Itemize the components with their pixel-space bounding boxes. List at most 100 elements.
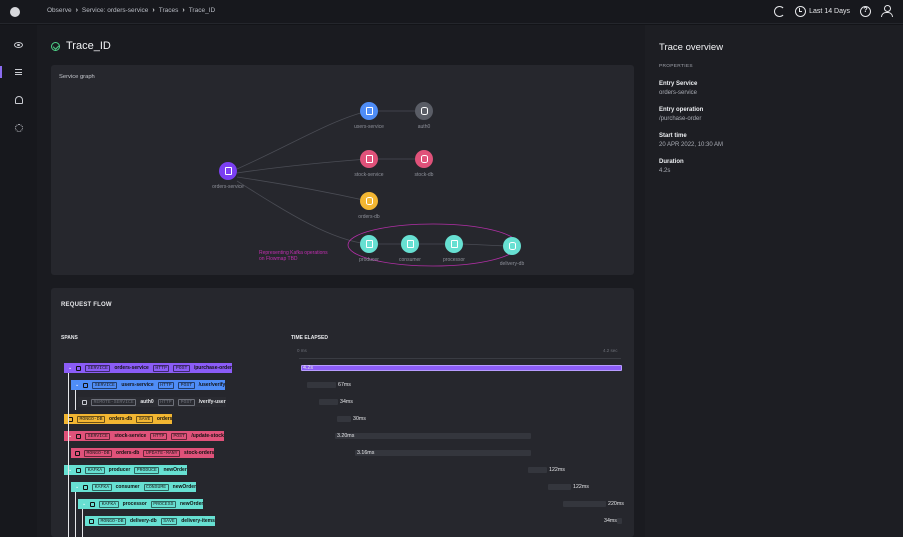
span-name: users-service [121, 382, 154, 388]
prop-key: Start time [659, 133, 687, 139]
span-row[interactable]: ⌄ SERVICE orders-service HTTP POST/purchase-… [64, 363, 232, 373]
node-consumer[interactable] [401, 235, 419, 253]
prop-entry-service: Entry Service orders-service [659, 80, 697, 97]
prop-entry-operation: Entry operation /purchase-order [659, 106, 703, 123]
time-elapsed-header: TIME ELAPSED [291, 335, 328, 341]
gear-icon [14, 124, 23, 132]
database-icon [420, 155, 428, 163]
chevron-right-icon: › [75, 7, 78, 14]
node-processor[interactable] [445, 235, 463, 253]
span-duration-label: 122ms [549, 466, 565, 473]
span-row[interactable]: ⌄ KAFKA consumer CONSUME newOrder [71, 482, 197, 492]
node-label: orders-db [358, 214, 380, 220]
span-row[interactable]: MONGO-DB delivery-db SAVE delivery-items [85, 516, 215, 526]
trace-overview-title: Trace overview [659, 42, 724, 53]
span-resource: /update-stock [191, 433, 224, 439]
span-name: producer [108, 467, 131, 473]
time-range-label: Last 14 Days [809, 7, 850, 15]
mongo-db-icon [75, 450, 80, 456]
span-row[interactable]: MONGO-DB orders-db UPDATE-MANY stock-orders [71, 448, 215, 458]
breadcrumb: Observe › Service: orders-service › Trac… [47, 7, 215, 14]
kafka-icon [76, 467, 82, 473]
span-kind: KAFKA [92, 483, 112, 491]
span-row[interactable]: ⌄ SERVICE stock-service HTTP POST/update-sto… [64, 431, 224, 441]
properties-header: PROPERTIES [659, 64, 693, 69]
node-orders-service[interactable] [219, 162, 237, 180]
main-content: Trace_ID Service graph orders-service us… [37, 25, 645, 537]
span-kind: SERVICE [92, 381, 118, 389]
span-duration-label: 30ms [353, 415, 366, 422]
chevron-right-icon: › [182, 7, 185, 14]
span-method: CONSUME [143, 483, 169, 491]
span-duration-bar[interactable] [337, 416, 351, 422]
time-range-picker[interactable]: Last 14 Days [795, 5, 850, 17]
sidebar-item-observe[interactable] [0, 36, 37, 54]
span-duration-bar[interactable] [319, 399, 338, 405]
chevron-down-icon[interactable]: ⌄ [75, 382, 79, 388]
span-name: delivery-db [130, 518, 157, 524]
breadcrumb-trace-id: Trace_ID [188, 7, 216, 14]
span-protocol: HTTP [152, 364, 170, 372]
span-duration-bar[interactable] [301, 365, 622, 371]
prop-key: Duration [659, 159, 684, 165]
span-duration-bar[interactable] [528, 467, 547, 473]
span-row[interactable]: ⌄ KAFKA producer PRODUCE newOrder [64, 465, 187, 475]
span-duration-bar[interactable] [307, 382, 336, 388]
prop-key: Entry operation [659, 107, 704, 113]
sidebar-item-traces[interactable] [0, 63, 37, 81]
consumer-icon [406, 240, 414, 248]
node-label: users-service [354, 124, 384, 130]
node-delivery-db[interactable] [503, 237, 521, 255]
database-icon [508, 242, 516, 250]
breadcrumb-service[interactable]: Service: orders-service [82, 7, 148, 14]
node-producer[interactable] [360, 235, 378, 253]
span-row[interactable]: MONGO-DB orders-db SAVE orders [64, 414, 173, 424]
node-orders-db[interactable] [360, 192, 378, 210]
span-name: orders-db [116, 450, 140, 456]
node-users-service[interactable] [360, 102, 378, 120]
help-icon[interactable]: ? [860, 5, 871, 17]
span-duration-bar[interactable] [548, 484, 571, 490]
span-row[interactable]: REMOTE-SERVICE auth0 HTTP POST/verify-user [78, 397, 226, 407]
span-duration-bar[interactable] [563, 501, 606, 507]
span-name: stock-service [114, 433, 147, 439]
node-stock-service[interactable] [360, 150, 378, 168]
sidebar [0, 25, 37, 537]
clock-icon [795, 5, 807, 17]
span-duration-bar[interactable] [617, 518, 622, 524]
kafka-icon [83, 484, 89, 490]
span-duration-bar[interactable] [335, 433, 531, 439]
page-title: Trace_ID [51, 40, 111, 52]
node-label: stock-db [414, 172, 434, 178]
span-protocol: HTTP [157, 398, 175, 406]
breadcrumb-traces[interactable]: Traces [159, 7, 179, 14]
prop-key: Entry Service [659, 81, 698, 87]
span-duration-bar[interactable] [355, 450, 531, 456]
span-resource: newOrder [163, 467, 187, 473]
span-row[interactable]: ⌄ KAFKA processor PROCESS newOrder [78, 499, 204, 509]
user-icon[interactable] [881, 5, 893, 17]
sidebar-item-settings[interactable] [0, 119, 37, 137]
span-resource: newOrder [172, 484, 197, 490]
node-stock-db[interactable] [415, 150, 433, 168]
span-kind: SERVICE [85, 432, 111, 440]
chevron-down-icon[interactable]: ⌄ [82, 501, 86, 507]
span-resource: orders [156, 416, 173, 422]
span-duration-label: 34ms [604, 517, 617, 524]
chevron-down-icon[interactable]: ⌄ [75, 484, 79, 490]
breadcrumb-observe[interactable]: Observe [47, 7, 72, 14]
span-duration-label: 67ms [338, 381, 351, 388]
service-icon [83, 382, 89, 388]
sidebar-item-alerts[interactable] [0, 91, 37, 109]
span-method: PROCESS [150, 500, 176, 508]
span-method: PRODUCE [134, 466, 160, 474]
check-circle-icon [51, 41, 60, 51]
chevron-down-icon[interactable]: ⌄ [68, 365, 72, 371]
node-auth0[interactable] [415, 102, 433, 120]
span-resource: newOrder [179, 501, 204, 507]
refresh-icon[interactable] [774, 5, 786, 17]
node-label: consumer [399, 257, 421, 263]
span-resource: delivery-items [181, 518, 215, 524]
span-row[interactable]: ⌄ SERVICE users-service HTTP POST/user/verif… [71, 380, 226, 390]
app-logo[interactable] [10, 7, 20, 17]
